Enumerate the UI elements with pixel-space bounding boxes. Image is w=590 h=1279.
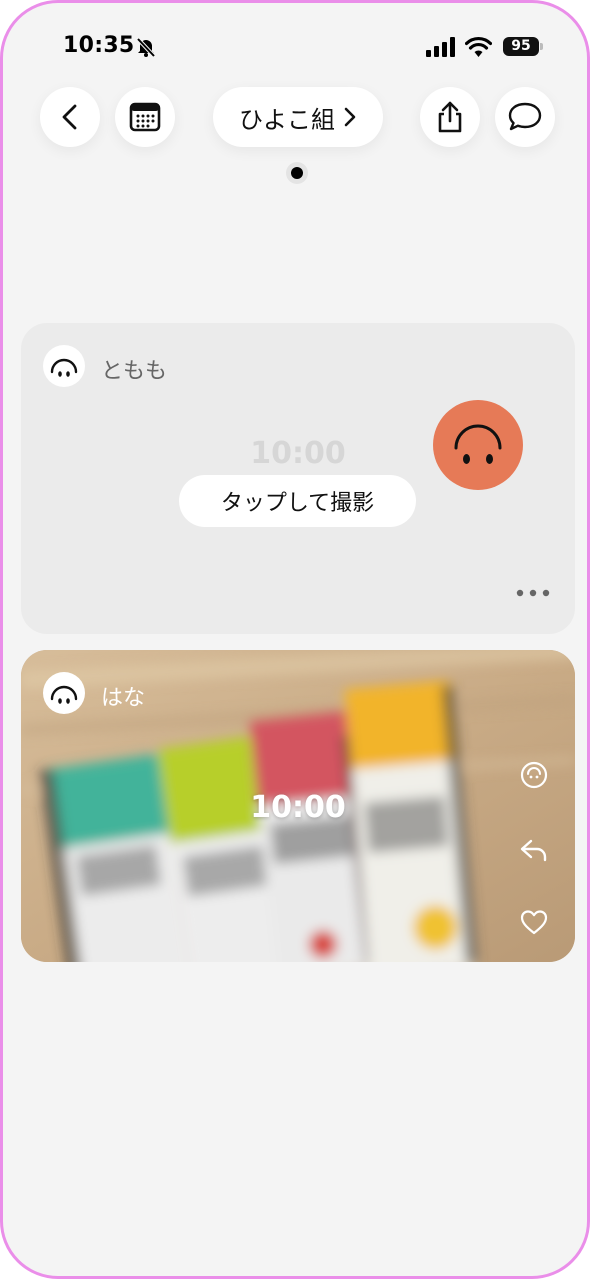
post-card[interactable]: ともも 10:00 タップして撮影 [21,323,575,634]
share-button[interactable] [420,87,480,147]
heart-icon[interactable] [519,907,549,937]
reaction-face-icon[interactable] [519,760,549,790]
battery-icon: 95 [503,37,543,56]
user-avatar-large [433,400,523,490]
status-bar: 10:35 95 [3,3,587,83]
chat-bubble-icon [508,102,542,131]
more-icon[interactable] [515,588,555,598]
chevron-left-icon [62,104,77,130]
post-username: はな [101,686,146,711]
group-name: ひよこ組 [239,105,335,134]
reply-icon[interactable] [519,835,549,865]
status-time: 10:35 [63,33,135,58]
phone-screen: 10:35 95 ひよこ組 ともも 10:00 タップして撮影 はな 10:00 [0,0,590,1279]
smiley-face-icon [50,358,78,377]
photo-post-card[interactable]: はな 10:00 [21,650,575,962]
avatar[interactable] [43,672,85,714]
chevron-right-icon [344,107,356,127]
calendar-button[interactable] [115,87,175,147]
group-selector-button[interactable]: ひよこ組 [213,87,383,147]
avatar[interactable] [43,345,85,387]
post-username: ともも [101,359,168,384]
share-icon [438,101,462,133]
post-clock: 10:00 [250,790,346,825]
tap-to-capture-button[interactable]: タップして撮影 [179,475,416,527]
chat-button[interactable] [495,87,555,147]
smiley-face-icon [454,424,502,464]
back-button[interactable] [40,87,100,147]
wifi-icon [465,36,492,57]
page-indicator [286,162,308,184]
smiley-face-icon [50,685,78,704]
bell-slash-icon [136,37,156,58]
calendar-icon [129,102,161,132]
cellular-signal-icon [426,37,455,57]
